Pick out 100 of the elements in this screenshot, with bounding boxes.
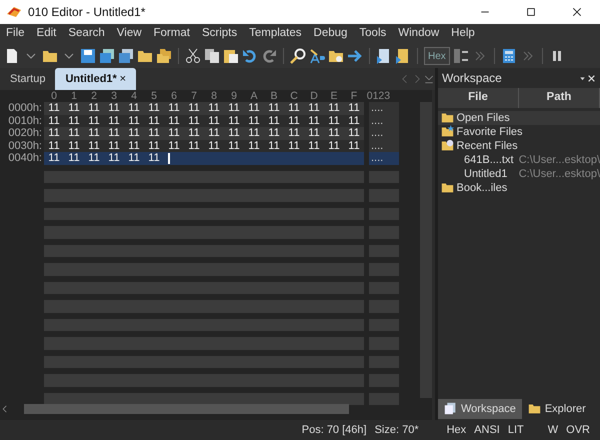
hex-byte: 11 (187, 102, 201, 114)
folder-search-icon[interactable] (328, 48, 344, 64)
tree-item[interactable]: Book...iles (456, 180, 508, 195)
file-tab[interactable]: Untitled1* × (55, 68, 136, 90)
hex-byte: 11 (187, 114, 201, 127)
hex-byte: 11 (167, 140, 181, 152)
copy-icon[interactable] (204, 48, 220, 64)
undo-icon[interactable] (242, 48, 258, 64)
tree-item[interactable]: 641B....txt (464, 152, 519, 167)
hex-byte: 11 (227, 102, 241, 114)
menu-item[interactable]: Scripts (196, 23, 244, 45)
new-file-icon[interactable] (4, 48, 20, 64)
hex-byte: 11 (347, 127, 361, 140)
scissors-icon[interactable] (185, 48, 201, 64)
hex-byte: 11 (87, 140, 101, 152)
column-header: 7 (190, 90, 198, 102)
save-icon[interactable] (80, 48, 96, 64)
empty-row (369, 337, 399, 350)
menu-item[interactable]: Edit (30, 23, 62, 45)
status-text: Hex (446, 422, 466, 438)
arrow-icon[interactable] (347, 48, 363, 64)
hex-byte: 11 (267, 114, 281, 127)
save-all-icon[interactable] (99, 48, 115, 64)
replace-icon[interactable] (309, 48, 325, 64)
tree-item[interactable]: Favorite Files (456, 124, 523, 139)
menu-item[interactable]: Format (148, 23, 196, 45)
hex-byte: 11 (207, 114, 221, 127)
panel-tab[interactable]: Explorer (522, 398, 592, 419)
folder-icon[interactable] (137, 48, 153, 64)
text-cell: .... (369, 140, 399, 152)
column-header: 1 (70, 90, 78, 102)
menu-item[interactable]: File (0, 23, 31, 45)
column-header: 0 (50, 90, 58, 102)
documents-icon[interactable] (118, 48, 134, 64)
file-tab[interactable]: Startup (0, 68, 56, 90)
menu-item[interactable]: Search (62, 23, 111, 45)
menu-item[interactable]: View (110, 23, 148, 45)
empty-row (369, 356, 399, 368)
hex-byte: 11 (307, 140, 321, 152)
hex-byte: 11 (327, 140, 341, 152)
tree-item[interactable]: Recent Files (456, 138, 518, 153)
hex-byte: 11 (127, 127, 141, 140)
folder-icon (440, 139, 454, 152)
column-header: F (350, 90, 358, 102)
menu-item[interactable]: Templates (243, 23, 308, 45)
hex-byte: 11 (127, 102, 141, 114)
column-header[interactable]: Path (519, 88, 600, 108)
tree-item[interactable]: Untitled1 (464, 166, 519, 181)
row-address: 0010h: (7, 114, 43, 127)
maximize-icon[interactable] (525, 6, 537, 18)
column-header: 2 (90, 90, 98, 102)
folder-icon (440, 181, 454, 194)
hex-mode-button[interactable]: Hex (424, 47, 450, 65)
row-address: 0020h: (7, 127, 43, 140)
text-cursor (168, 153, 170, 164)
column-header[interactable]: File (438, 88, 519, 108)
hex-byte: 11 (307, 114, 321, 127)
dropdown-icon[interactable] (423, 73, 435, 85)
column-header: 3 (110, 90, 118, 102)
tab-close-icon[interactable]: × (120, 72, 126, 84)
hex-byte: 11 (147, 140, 161, 152)
column-header: A (249, 90, 258, 102)
hex-byte: 11 (347, 140, 361, 152)
menu-item[interactable]: Window (392, 23, 446, 45)
compare-icon[interactable] (452, 48, 469, 64)
empty-row (369, 318, 399, 331)
folder-icon (528, 402, 541, 416)
hex-byte: 11 (307, 127, 321, 140)
redo-icon[interactable] (261, 48, 277, 64)
hex-byte: 11 (147, 127, 161, 140)
close-icon[interactable] (571, 6, 583, 18)
menu-item[interactable]: Help (445, 23, 481, 45)
template-icon[interactable] (395, 48, 411, 64)
hex-byte: 11 (107, 152, 121, 164)
folder-icon[interactable] (42, 48, 58, 64)
hex-byte: 11 (127, 140, 141, 152)
row-address: 0030h: (7, 140, 43, 152)
hex-byte: 11 (67, 140, 81, 152)
empty-row (369, 208, 399, 220)
paste-icon[interactable] (223, 48, 239, 64)
menu-item[interactable]: Tools (353, 23, 392, 45)
search-icon[interactable] (290, 48, 306, 64)
menu-item[interactable]: Debug (308, 23, 354, 45)
app-logo-icon (6, 4, 22, 20)
hex-byte: 11 (307, 102, 321, 114)
panel-tab[interactable]: Workspace (438, 398, 522, 419)
horizontal-scrollbar[interactable] (24, 404, 349, 414)
status-text: Pos: 70 [46h] (302, 422, 367, 438)
folders-icon[interactable] (156, 48, 172, 64)
empty-row (369, 282, 399, 294)
column-header: E (329, 90, 338, 102)
status-text: Size: 70* (374, 422, 419, 438)
column-header: D (309, 90, 319, 102)
documents-icon (444, 402, 457, 416)
status-text: LIT (508, 422, 524, 438)
script-icon[interactable] (376, 48, 392, 64)
column-header: C (289, 90, 299, 102)
hex-byte: 11 (107, 140, 121, 152)
hex-byte: 11 (47, 102, 61, 114)
calculator-icon[interactable] (500, 48, 517, 64)
